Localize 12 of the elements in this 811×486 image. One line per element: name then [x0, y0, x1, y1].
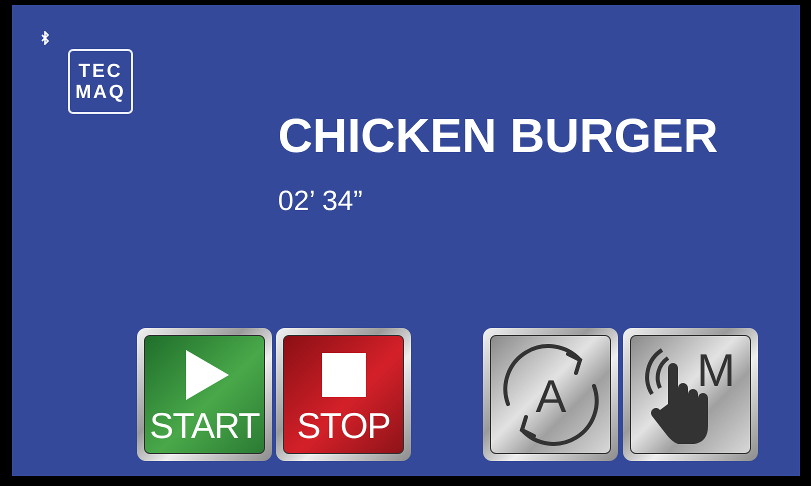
- letter-m: M: [696, 344, 735, 396]
- stop-icon: [322, 352, 366, 396]
- manual-mode-button[interactable]: M: [623, 328, 758, 461]
- play-icon: [186, 350, 229, 400]
- letter-a: A: [535, 370, 566, 422]
- logo: TEC MAQ: [68, 49, 133, 114]
- stop-button[interactable]: STOP: [276, 328, 411, 461]
- cooking-time: 02’ 34”: [278, 184, 364, 218]
- recipe-name: CHICKEN BURGER: [278, 109, 718, 165]
- bluetooth-icon: [41, 31, 50, 45]
- auto-mode-button[interactable]: A: [483, 328, 618, 461]
- circular-arrows-icon: [502, 344, 598, 446]
